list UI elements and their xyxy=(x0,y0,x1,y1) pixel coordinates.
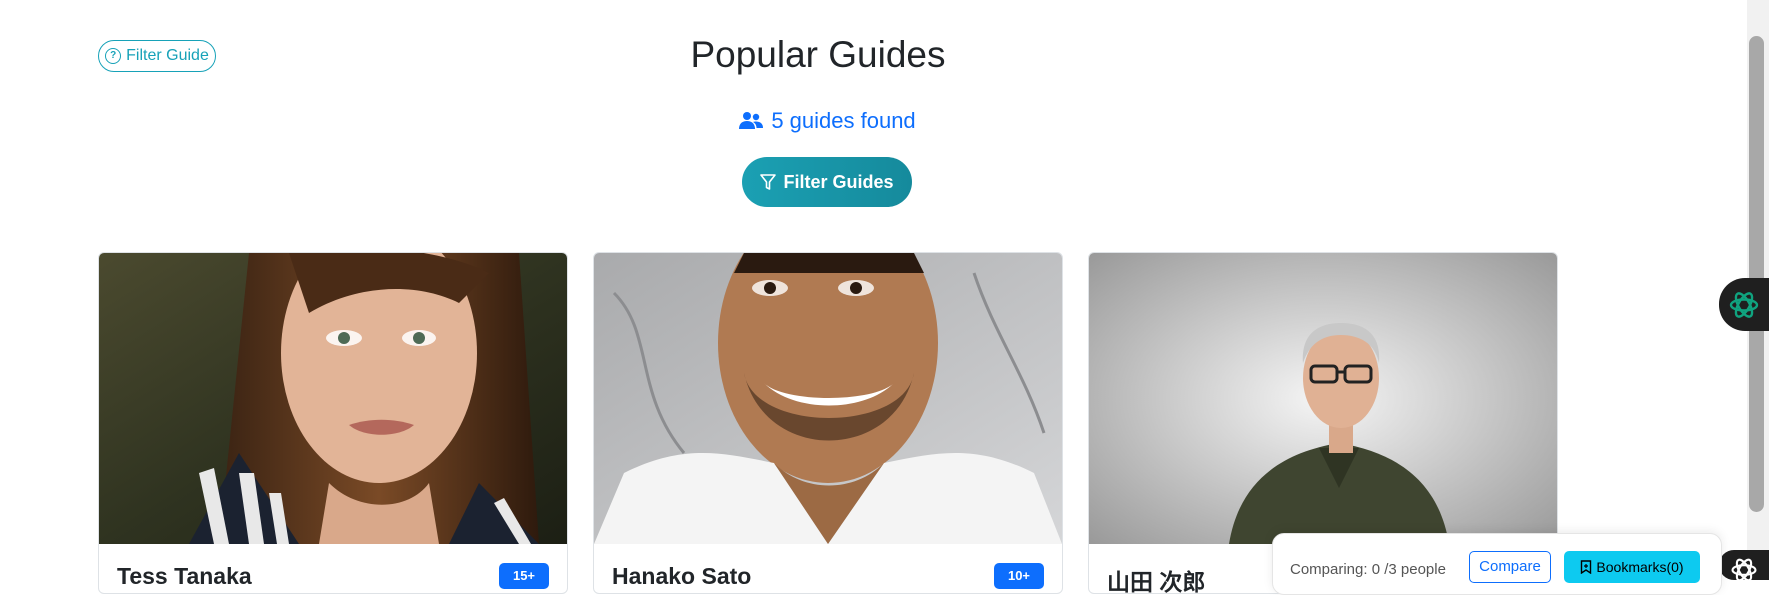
people-icon xyxy=(739,112,764,129)
results-count: 5 guides found xyxy=(0,108,1655,134)
page-title: Popular Guides xyxy=(690,34,946,75)
compare-status: Comparing: 0 /3 people xyxy=(1290,561,1446,578)
filter-guides-button[interactable]: Filter Guides xyxy=(742,157,912,207)
compare-button[interactable]: Compare xyxy=(1469,551,1551,583)
guide-photo xyxy=(99,253,567,544)
funnel-icon xyxy=(760,173,777,190)
experience-badge: 10+ xyxy=(994,563,1044,589)
guide-name: Hanako Sato xyxy=(612,563,752,589)
guide-card[interactable]: Tess Tanaka 15+ xyxy=(98,252,568,594)
guide-name: 山田 次郎 xyxy=(1107,569,1206,594)
results-count-text: 5 guides found xyxy=(771,108,916,133)
guide-name: Tess Tanaka xyxy=(117,563,252,589)
openai-icon xyxy=(1729,291,1759,318)
ai-assistant-button[interactable] xyxy=(1719,278,1769,331)
experience-badge: 15+ xyxy=(499,563,549,589)
ai-assistant-button-secondary[interactable] xyxy=(1719,550,1769,582)
bookmarks-label: Bookmarks(0) xyxy=(1596,559,1684,575)
compare-bar: Comparing: 0 /3 people Compare Bookmarks… xyxy=(1272,533,1722,595)
bookmarks-button[interactable]: Bookmarks(0) xyxy=(1564,551,1700,583)
filter-guides-label: Filter Guides xyxy=(783,171,894,192)
openai-icon xyxy=(1731,558,1757,582)
scrollbar-thumb[interactable] xyxy=(1749,36,1764,512)
guide-card[interactable]: Hanako Sato 10+ xyxy=(593,252,1063,594)
guide-photo xyxy=(1089,253,1557,544)
guide-photo xyxy=(594,253,1062,544)
